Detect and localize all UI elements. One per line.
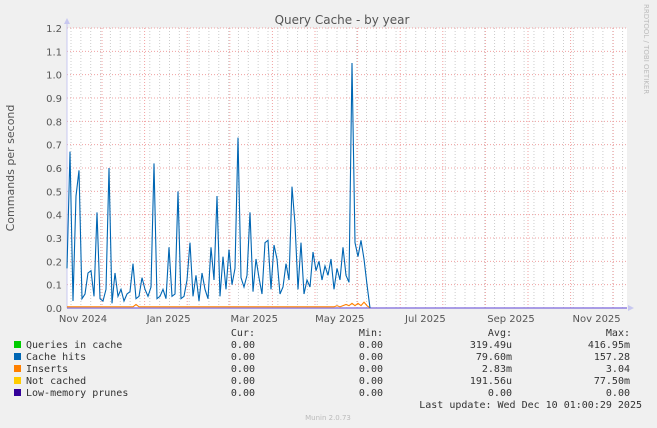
rrdtool-watermark: RRDTOOL / TOBI OETIKER (642, 4, 650, 94)
legend: Cur: Min: Avg: Max:Queries in cache 0.00 0.00… (14, 328, 630, 399)
legend-swatch (14, 365, 21, 372)
y-tick-label: 1.2 (46, 24, 62, 35)
chart-title: Query Cache - by year (275, 13, 410, 27)
legend-avg: 79.60m (476, 352, 512, 363)
y-tick-label: 0.6 (46, 164, 62, 175)
legend-min: 0.00 (359, 340, 383, 351)
legend-swatch (14, 341, 21, 348)
legend-cur: 0.00 (231, 388, 255, 399)
y-tick-label: 0.8 (46, 117, 62, 128)
legend-max: 3.04 (606, 364, 630, 375)
query-cache-chart: Query Cache - by year Commands per secon… (4, 4, 650, 422)
legend-label: Not cached (26, 376, 86, 387)
y-axis-arrow (64, 18, 70, 24)
legend-min: 0.00 (359, 388, 383, 399)
legend-min: 0.00 (359, 376, 383, 387)
legend-header-min: Min: (359, 328, 383, 339)
legend-cur: 0.00 (231, 376, 255, 387)
x-tick-label: Sep 2025 (487, 314, 534, 325)
y-tick-label: 0.3 (46, 234, 62, 245)
y-tick-label: 1.0 (46, 71, 62, 82)
legend-max: 77.50m (594, 376, 630, 387)
legend-min: 0.00 (359, 364, 383, 375)
legend-swatch (14, 353, 21, 360)
x-tick-label: May 2025 (315, 314, 364, 325)
legend-swatch (14, 389, 21, 396)
last-update: Last update: Wed Dec 10 01:00:29 2025 (419, 400, 642, 411)
legend-avg: 2.83m (482, 364, 512, 375)
y-tick-label: 0.9 (46, 94, 62, 105)
legend-label: Inserts (26, 364, 68, 375)
legend-cur: 0.00 (231, 352, 255, 363)
y-tick-label: 0.5 (46, 187, 62, 198)
legend-header-max: Max: (606, 328, 630, 339)
legend-label: Cache hits (26, 352, 86, 363)
legend-avg: 191.56u (470, 376, 512, 387)
legend-header-avg: Avg: (488, 328, 512, 339)
legend-max: 0.00 (606, 388, 630, 399)
legend-cur: 0.00 (231, 340, 255, 351)
x-axis-arrow (628, 305, 634, 311)
legend-header-cur: Cur: (231, 328, 255, 339)
x-tick-label: Nov 2025 (573, 314, 621, 325)
legend-swatch (14, 377, 21, 384)
y-tick-label: 0.7 (46, 141, 62, 152)
legend-avg: 0.00 (488, 388, 512, 399)
munin-version: Munin 2.0.73 (305, 414, 351, 422)
legend-max: 416.95m (588, 340, 630, 351)
y-tick-label: 0.2 (46, 257, 62, 268)
legend-label: Queries in cache (26, 340, 122, 351)
x-tick-label: Jan 2025 (146, 314, 191, 325)
x-tick-label: Mar 2025 (230, 314, 278, 325)
legend-avg: 319.49u (470, 340, 512, 351)
x-tick-label: Jul 2025 (404, 314, 446, 325)
y-tick-label: 0.4 (46, 211, 62, 222)
legend-label: Low-memory prunes (26, 388, 128, 399)
legend-min: 0.00 (359, 352, 383, 363)
y-tick-label: 1.1 (46, 47, 62, 58)
y-ticks: 0.00.10.20.30.40.50.60.70.80.91.01.11.2 (46, 24, 62, 315)
legend-cur: 0.00 (231, 364, 255, 375)
x-ticks: Nov 2024 Jan 2025 Mar 2025 May 2025 Jul 2025… (59, 314, 621, 325)
legend-max: 157.28 (594, 352, 630, 363)
y-tick-label: 0.1 (46, 281, 62, 292)
y-axis-label: Commands per second (4, 105, 17, 232)
x-tick-label: Nov 2024 (59, 314, 107, 325)
